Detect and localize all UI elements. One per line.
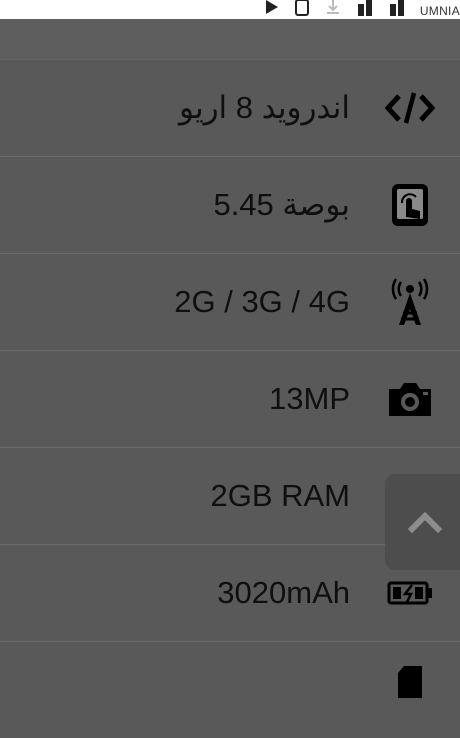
battery-icon bbox=[384, 567, 436, 619]
scroll-to-top-button[interactable] bbox=[385, 474, 460, 570]
camera-icon bbox=[384, 373, 436, 425]
spec-battery-label: 3020mAh bbox=[217, 575, 350, 610]
antenna-icon bbox=[384, 276, 436, 328]
status-bar: UMNIA bbox=[0, 0, 460, 19]
spec-screen-label: 5.45 بوصة bbox=[213, 187, 350, 222]
spec-camera-label: 13MP bbox=[269, 381, 350, 416]
spec-row-camera: 13MP bbox=[0, 350, 460, 447]
signal-icon bbox=[389, 0, 404, 16]
chevron-up-icon bbox=[408, 511, 442, 533]
spec-row-network: 2G / 3G / 4G bbox=[0, 253, 460, 350]
download-icon bbox=[326, 0, 339, 14]
header-band bbox=[0, 19, 460, 59]
code-icon bbox=[384, 82, 436, 134]
spec-list: اندرويد 8 اريو 5.45 بوصة 2G / 3G / 4G 13… bbox=[0, 59, 460, 738]
spec-ram-label: 2GB RAM bbox=[210, 478, 350, 513]
spec-row-os: اندرويد 8 اريو bbox=[0, 59, 460, 156]
touchscreen-icon bbox=[384, 179, 436, 231]
spec-row-storage bbox=[0, 641, 460, 738]
spec-os-label: اندرويد 8 اريو bbox=[178, 90, 350, 125]
carrier-name: UMNIA bbox=[419, 4, 460, 18]
signal-icon bbox=[357, 0, 372, 16]
play-icon bbox=[265, 0, 278, 14]
spec-row-screen: 5.45 بوصة bbox=[0, 156, 460, 253]
memory-card-icon bbox=[384, 654, 436, 706]
spec-network-label: 2G / 3G / 4G bbox=[174, 284, 350, 319]
sim-icon bbox=[294, 0, 309, 16]
